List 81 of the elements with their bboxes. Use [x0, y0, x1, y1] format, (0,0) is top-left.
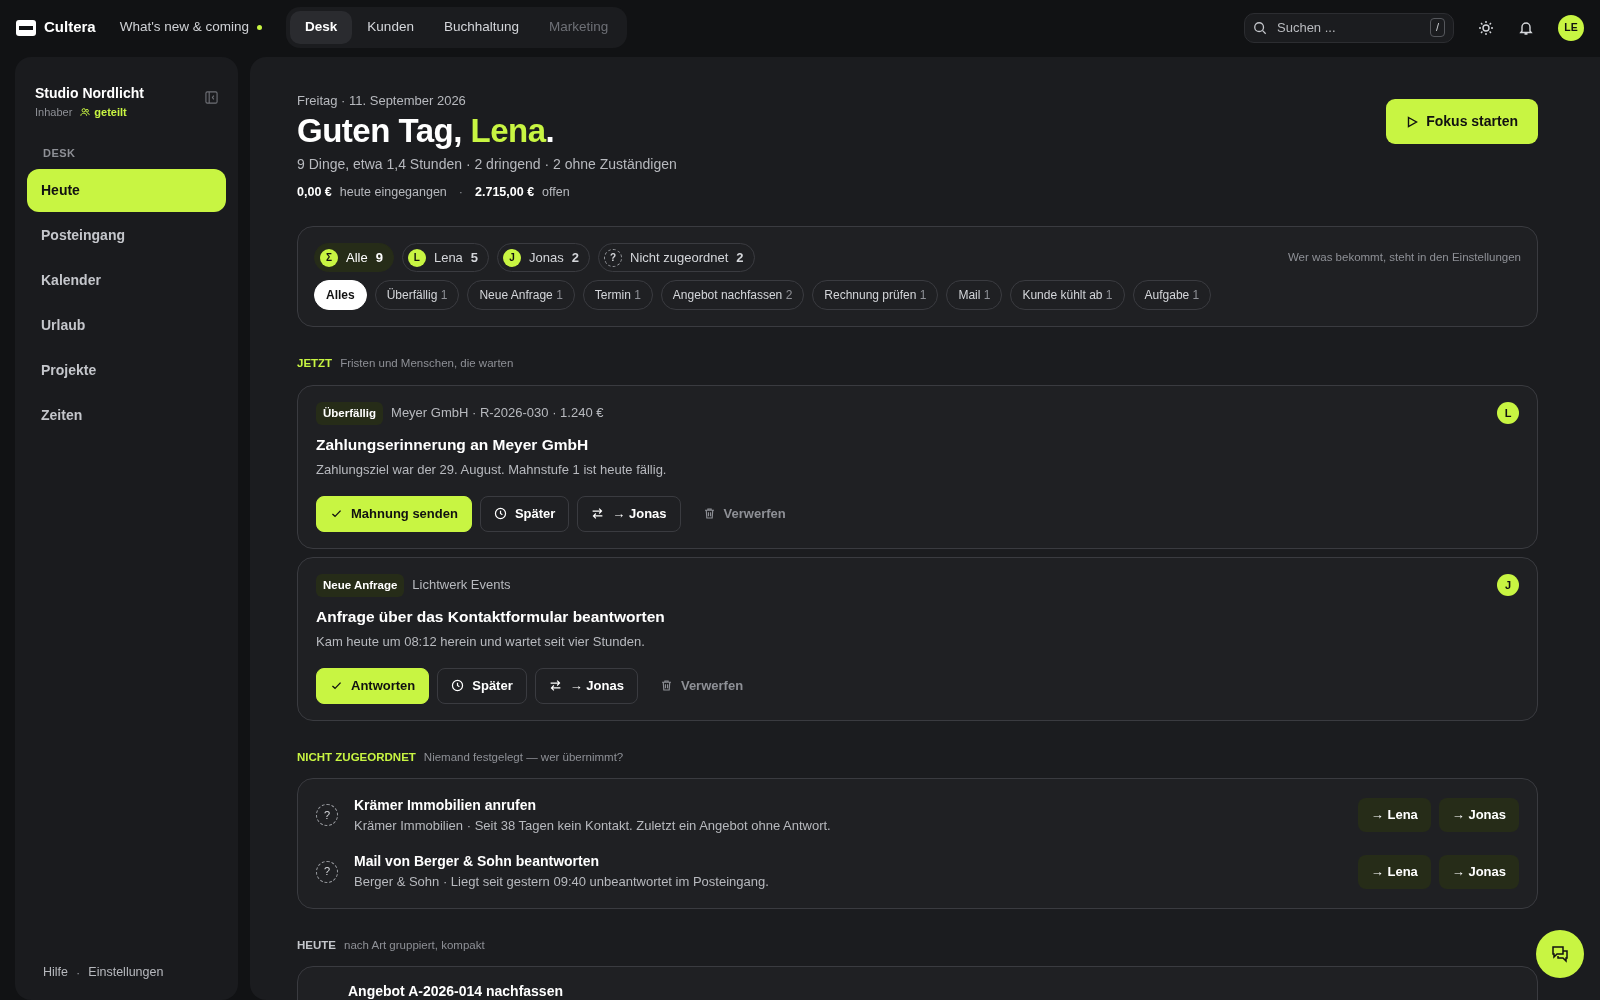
sidebar-item[interactable]: Projekte [27, 349, 226, 392]
status-tag: Überfällig [316, 401, 384, 425]
total-amount: 2.715,00 € [475, 184, 535, 202]
shared-label: geteilt [94, 105, 127, 120]
search-bar[interactable]: Suchen ... / [1244, 12, 1454, 43]
reassign-button[interactable]: → Jonas [577, 495, 681, 532]
person-filter-chip[interactable]: Σ Alle 9 [314, 242, 394, 273]
discard-button[interactable]: Verwerfen [645, 667, 758, 704]
workspace-name: Studio Nordlicht [35, 84, 144, 103]
category-filter-chip[interactable]: Alles [314, 280, 367, 311]
nav-tab[interactable]: Buchhaltung [428, 11, 534, 44]
separator-dot: · [76, 963, 81, 982]
sun-icon[interactable] [1478, 19, 1494, 36]
footer-link[interactable]: Hilfe [43, 962, 68, 982]
section-heading: NICHT ZUGEORDNET [297, 749, 416, 765]
role-label: Inhaber [35, 105, 73, 120]
task-description: Zahlungsziel war der 29. August. Mahnstufe 1 ist heute fällig. [316, 461, 668, 480]
swap-icon [548, 679, 562, 693]
start-focus-button[interactable]: Fokus starten [1386, 99, 1538, 144]
assignee-avatar[interactable]: J [1497, 574, 1519, 597]
later-button[interactable]: Später [479, 495, 570, 532]
bell-icon[interactable] [1518, 19, 1534, 36]
whats-new-link[interactable]: What's new & coming [119, 17, 250, 38]
sidebar-item[interactable]: Kalender [27, 259, 226, 302]
shortcut-key: / [1429, 18, 1445, 37]
task-description: Krämer Immobilien · Seit 38 Tagen kein Kontakt. Zuletzt ein Angebot ohne Antwort. [354, 816, 831, 835]
date-label: Freitag · 11. September 2026 [297, 92, 467, 110]
chat-icon [1550, 944, 1570, 964]
clock-icon [493, 507, 507, 521]
task-meta: Meyer GmbH · R-2026-030 · 1.240 € [391, 404, 604, 423]
footer-link[interactable]: Einstellungen [88, 962, 164, 982]
nav-tab[interactable]: Kunden [352, 11, 429, 44]
assign-button[interactable]: → Lena [1357, 854, 1431, 889]
assign-button[interactable]: → Jonas [1438, 854, 1519, 889]
greeting-heading: Guten Tag, Lena. [297, 110, 556, 151]
summary-text: 9 Dinge, etwa 1,4 Stunden · 2 dringend · 2 ohne Zuständigen [297, 155, 677, 175]
sidebar-item[interactable]: Heute [27, 169, 226, 212]
user-avatar[interactable]: LE [1558, 14, 1584, 41]
reassign-button[interactable]: → Jonas [534, 667, 638, 704]
clock-icon [451, 679, 465, 693]
section-subtitle: Niemand festgelegt — wer übernimmt? [423, 749, 624, 765]
sidebar-item[interactable]: Urlaub [27, 304, 226, 347]
assignee-avatar[interactable]: L [1497, 402, 1519, 425]
trash-icon [702, 507, 716, 521]
separator-dot: · [457, 184, 464, 202]
total-label: heute eingegangen [339, 184, 447, 202]
task-title: Mail von Berger & Sohn beantworten [354, 852, 601, 872]
logo-icon [16, 19, 36, 36]
nav-tab[interactable]: Desk [290, 11, 353, 44]
discard-button[interactable]: Verwerfen [688, 495, 800, 532]
task-title: Zahlungserinnerung an Meyer GmbH [316, 434, 590, 455]
later-button[interactable]: Später [437, 667, 527, 704]
sidebar-item[interactable]: Posteingang [27, 214, 226, 257]
search-icon [1253, 20, 1267, 35]
task-title: Angebot A-2026-014 nachfassen [348, 982, 564, 1000]
sidebar-item[interactable]: Zeiten [27, 394, 226, 437]
task-description: Kam heute um 08:12 herein und wartet seit vier Stunden. [316, 633, 646, 652]
collapse-sidebar-icon[interactable] [205, 91, 218, 104]
people-icon [80, 107, 91, 118]
section-subtitle: Fristen und Menschen, die warten [340, 356, 514, 372]
hint-text: Wer was bekommt, steht in den Einstellungen [1287, 249, 1521, 265]
section-heading: JETZT [297, 356, 333, 372]
primary-action-button[interactable]: Mahnung senden [316, 495, 472, 532]
primary-action-button[interactable]: Antworten [316, 667, 430, 704]
section-label: DESK [42, 145, 77, 161]
swap-icon [591, 507, 605, 521]
assign-button[interactable]: → Jonas [1438, 798, 1519, 833]
assign-button[interactable]: → Lena [1357, 798, 1431, 833]
section-subtitle: nach Art gruppiert, kompakt [344, 937, 485, 953]
task-title: Krämer Immobilien anrufen [354, 795, 538, 815]
task-title: Anfrage über das Kontaktformular beantworten [316, 606, 666, 627]
status-tag: Neue Anfrage [316, 573, 405, 597]
search-field[interactable]: Suchen ... [1275, 16, 1405, 39]
total-amount: 0,00 € [297, 184, 332, 202]
app-logo: Cultera [44, 17, 96, 38]
play-icon [1406, 115, 1419, 128]
task-meta: Lichtwerk Events [412, 576, 511, 595]
task-description: Berger & Sohn · Liegt seit gestern 09:40 unbeantwortet im Posteingang. [354, 873, 769, 892]
trash-icon [659, 679, 673, 693]
section-heading: HEUTE [297, 937, 336, 953]
total-label: offen [542, 184, 570, 202]
